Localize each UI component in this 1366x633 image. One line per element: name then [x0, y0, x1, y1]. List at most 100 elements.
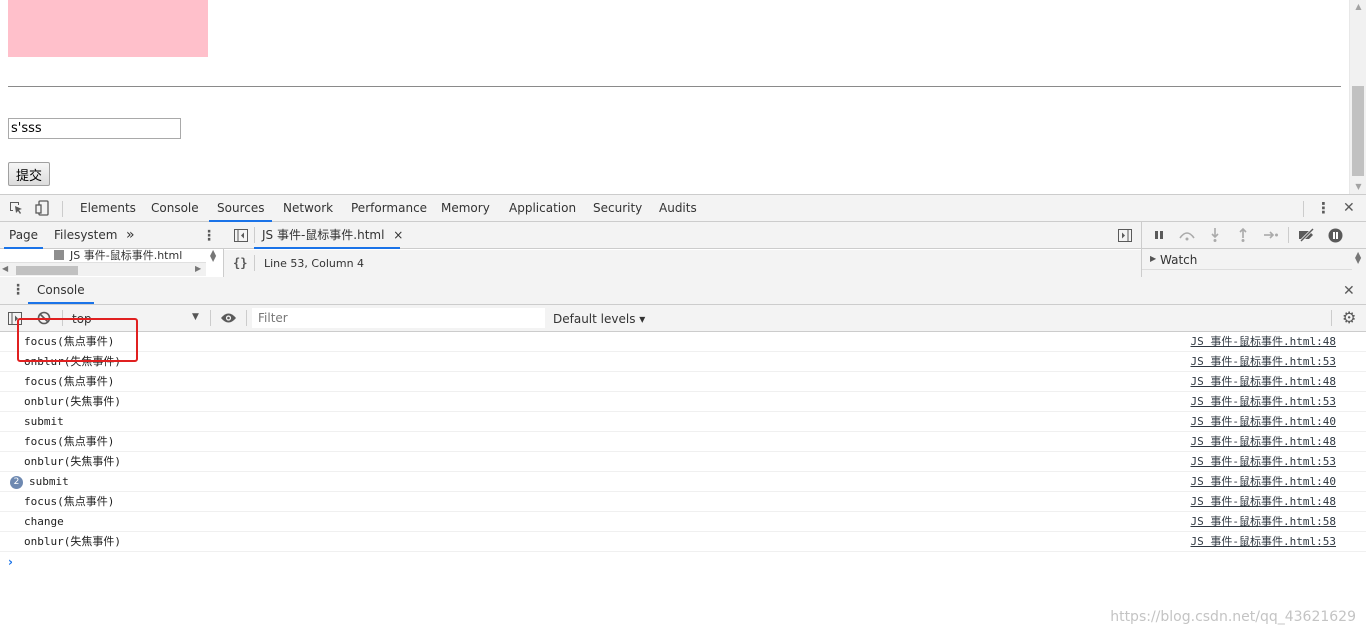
expand-arrow-icon: ▶ [1150, 254, 1157, 263]
tab-audits[interactable]: Audits [651, 195, 705, 222]
console-message: focus(焦点事件) JS 事件-鼠标事件.html:48 [0, 332, 1366, 352]
scroll-down-icon[interactable]: ▼ [1350, 180, 1366, 194]
sort-arrows-icon[interactable]: ▲ ▼ [210, 249, 216, 263]
console-source-link[interactable]: JS 事件-鼠标事件.html:58 [1191, 512, 1336, 532]
step-into-icon[interactable] [1209, 227, 1221, 246]
drawer-menu-icon[interactable]: ⋮ [11, 283, 25, 297]
console-toolbar: top ▼ Default levels ▾ ⚙ [0, 305, 1366, 332]
pause-on-exceptions-icon[interactable] [1328, 228, 1343, 246]
watermark: https://blog.csdn.net/qq_43621629 [1110, 609, 1356, 625]
step-over-icon[interactable] [1178, 229, 1196, 244]
log-levels-select[interactable]: Default levels ▾ [553, 312, 645, 326]
tab-performance[interactable]: Performance [343, 195, 435, 222]
context-select[interactable]: top ▼ [66, 305, 208, 331]
console-prompt[interactable]: › [0, 552, 1366, 572]
console-source-link[interactable]: JS 事件-鼠标事件.html:40 [1191, 412, 1336, 432]
submit-button[interactable]: 提交 [8, 162, 50, 186]
console-message: 2 submit JS 事件-鼠标事件.html:40 [0, 472, 1366, 492]
console-source-link[interactable]: JS 事件-鼠标事件.html:53 [1191, 452, 1336, 472]
tab-console[interactable]: Console [143, 195, 207, 222]
console-message-text: focus(焦点事件) [24, 335, 115, 348]
tab-memory[interactable]: Memory [433, 195, 498, 222]
device-toggle-icon[interactable] [35, 200, 50, 219]
debugger-toolbar [1142, 222, 1366, 249]
tab-sources[interactable]: Sources [209, 195, 273, 222]
toolbar-separator [246, 310, 247, 326]
console-message: onblur(失焦事件) JS 事件-鼠标事件.html:53 [0, 452, 1366, 472]
console-source-link[interactable]: JS 事件-鼠标事件.html:48 [1191, 432, 1336, 452]
deactivate-breakpoints-icon[interactable] [1298, 227, 1316, 245]
editor-file-tab[interactable]: JS 事件-鼠标事件.html × [254, 222, 403, 249]
gear-icon[interactable]: ⚙ [1342, 310, 1356, 326]
step-icon[interactable] [1263, 229, 1279, 244]
context-label: top [72, 312, 92, 326]
console-message: submit JS 事件-鼠标事件.html:40 [0, 412, 1366, 432]
tab-filesystem[interactable]: Filesystem [54, 222, 117, 249]
console-message: onblur(失焦事件) JS 事件-鼠标事件.html:53 [0, 392, 1366, 412]
tab-elements[interactable]: Elements [72, 195, 144, 222]
console-source-link[interactable]: JS 事件-鼠标事件.html:53 [1191, 532, 1336, 552]
file-tree-item[interactable]: JS 事件-鼠标事件.html [54, 249, 182, 262]
console-source-link[interactable]: JS 事件-鼠标事件.html:40 [1191, 472, 1336, 492]
tab-application[interactable]: Application [501, 195, 584, 222]
sidebar-toggle-icon[interactable] [8, 312, 22, 328]
watch-label: Watch [1160, 253, 1198, 267]
more-tabs-icon[interactable]: » [126, 222, 135, 249]
navigator-tabs: Page Filesystem » ⋮ [0, 222, 224, 249]
watch-section-header[interactable]: ▶ Watch [1142, 250, 1352, 270]
console-message-text: onblur(失焦事件) [24, 355, 121, 368]
filter-input[interactable] [252, 308, 545, 328]
console-message-text: submit [29, 475, 69, 488]
console-message: focus(焦点事件) JS 事件-鼠标事件.html:48 [0, 372, 1366, 392]
sources-panel: Page Filesystem » ⋮ JS 事件-鼠标事件.html ◀ ▶ … [0, 222, 1366, 277]
live-expression-eye-icon[interactable] [220, 312, 237, 327]
toggle-debugger-icon[interactable] [1118, 229, 1132, 245]
page-scrollbar[interactable]: ▲ ▼ [1349, 0, 1366, 194]
more-options-icon[interactable]: ⋮ [1316, 201, 1331, 216]
pause-icon[interactable] [1153, 229, 1165, 244]
cursor-position: Line 53, Column 4 [264, 257, 365, 270]
drawer-tabs: ⋮ Console ✕ [0, 277, 1366, 305]
navigator-hscrollbar[interactable]: ◀ ▶ [0, 262, 206, 276]
chevron-down-icon: ▼ [192, 312, 199, 322]
close-devtools-icon[interactable]: ✕ [1343, 201, 1355, 215]
close-tab-icon[interactable]: × [393, 228, 403, 242]
console-source-link[interactable]: JS 事件-鼠标事件.html:48 [1191, 372, 1336, 392]
inspect-element-icon[interactable] [9, 201, 24, 219]
console-message: focus(焦点事件) JS 事件-鼠标事件.html:48 [0, 432, 1366, 452]
sort-arrows-icon[interactable]: ▲ ▼ [1355, 251, 1361, 265]
tab-page[interactable]: Page [4, 222, 44, 249]
clear-console-icon[interactable] [37, 311, 51, 328]
scroll-left-icon[interactable]: ◀ [2, 264, 8, 273]
console-message-text: submit [24, 415, 64, 428]
editor-tabs: JS 事件-鼠标事件.html × [224, 222, 1141, 249]
tab-network[interactable]: Network [275, 195, 341, 222]
tab-security[interactable]: Security [585, 195, 650, 222]
console-message-text: focus(焦点事件) [24, 375, 115, 388]
scroll-right-icon[interactable]: ▶ [195, 264, 201, 273]
prompt-chevron-icon: › [8, 555, 13, 569]
navigator-menu-icon[interactable]: ⋮ [202, 229, 216, 243]
close-drawer-icon[interactable]: ✕ [1343, 284, 1355, 298]
scrollbar-thumb[interactable] [16, 266, 78, 275]
text-input[interactable] [8, 118, 181, 139]
toolbar-separator [1303, 201, 1304, 217]
tab-console[interactable]: Console [28, 277, 94, 304]
console-message: change JS 事件-鼠标事件.html:58 [0, 512, 1366, 532]
pink-box[interactable] [8, 0, 208, 57]
step-out-icon[interactable] [1237, 227, 1249, 246]
toolbar-separator [1288, 227, 1289, 243]
scroll-up-icon[interactable]: ▲ [1350, 0, 1366, 14]
page-viewport: 提交 [0, 0, 1349, 194]
console-message: onblur(失焦事件) JS 事件-鼠标事件.html:53 [0, 532, 1366, 552]
devtools-toolbar: Elements Console Sources Network Performance… [0, 194, 1366, 222]
toggle-navigator-icon[interactable] [234, 229, 248, 245]
console-source-link[interactable]: JS 事件-鼠标事件.html:48 [1191, 492, 1336, 512]
pretty-print-icon[interactable]: {} [233, 256, 247, 270]
console-source-link[interactable]: JS 事件-鼠标事件.html:53 [1191, 392, 1336, 412]
file-tree-label: JS 事件-鼠标事件.html [70, 249, 183, 262]
console-source-link[interactable]: JS 事件-鼠标事件.html:48 [1191, 332, 1336, 352]
toolbar-separator [210, 310, 211, 326]
scrollbar-thumb[interactable] [1352, 86, 1364, 176]
console-source-link[interactable]: JS 事件-鼠标事件.html:53 [1191, 352, 1336, 372]
